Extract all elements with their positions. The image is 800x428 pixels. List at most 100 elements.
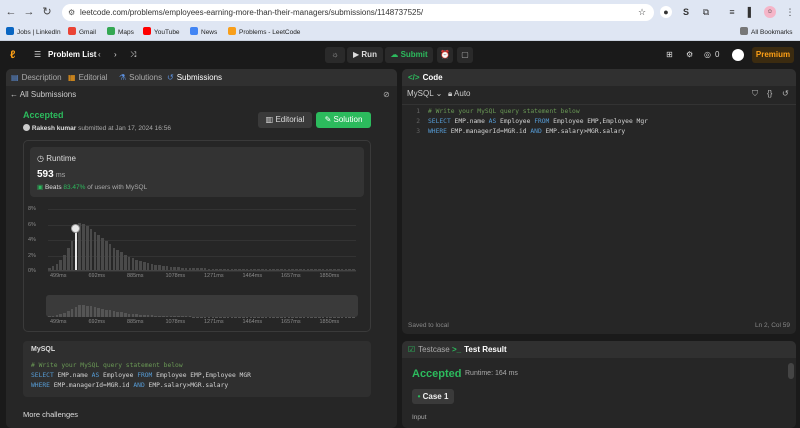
media-icon[interactable]: ≡ — [726, 6, 738, 18]
shuffle-icon[interactable]: ⤨ — [130, 48, 136, 62]
histogram-bar[interactable] — [55, 263, 59, 270]
histogram-bar[interactable] — [317, 269, 321, 270]
histogram-bar[interactable] — [143, 262, 146, 270]
tab-testcase[interactable]: ☑ Testcase — [408, 341, 450, 358]
runtime-summary[interactable]: ◷ Runtime 593 ms ▣ Beats 83.47% of users… — [30, 147, 364, 197]
histogram-bar[interactable] — [211, 268, 215, 270]
histogram-bar[interactable] — [276, 269, 279, 270]
histogram-bar[interactable] — [314, 269, 317, 270]
histogram-bar[interactable] — [86, 225, 89, 270]
all-bookmarks[interactable]: All Bookmarks — [740, 27, 793, 39]
tab-solutions[interactable]: ⚗ Solutions — [119, 69, 162, 86]
leetcode-logo-icon[interactable]: ℓ — [10, 48, 15, 62]
histogram-bar[interactable] — [158, 265, 161, 270]
histogram-bar[interactable] — [154, 264, 158, 270]
profile-avatar-icon[interactable]: ☺ — [764, 6, 776, 18]
histogram-bar[interactable] — [253, 269, 256, 270]
histogram-bar[interactable] — [329, 269, 332, 270]
histogram-bar[interactable] — [116, 249, 120, 270]
bookmark-star-icon[interactable]: ☆ — [636, 6, 648, 18]
histogram-bar[interactable] — [112, 247, 116, 270]
bookmark-item[interactable]: Gmail — [68, 27, 96, 39]
histogram-bar[interactable] — [192, 268, 196, 270]
histogram-bar[interactable] — [105, 241, 108, 270]
histogram-bar[interactable] — [173, 266, 177, 270]
histogram-bar[interactable] — [222, 268, 226, 270]
bookmark-icon[interactable]: ⛉ — [752, 89, 758, 99]
submit-button[interactable]: ☁ Submit — [385, 47, 433, 63]
tab-test-result[interactable]: >_ Test Result — [452, 341, 507, 358]
histogram-bar[interactable] — [230, 269, 234, 270]
tab-code[interactable]: </> Code — [408, 69, 443, 86]
sidepanel-icon[interactable]: ▌ — [745, 6, 757, 18]
code-editor[interactable]: 1 # Write your MySQL query statement belo… — [402, 107, 796, 147]
layout-grid-icon[interactable]: ⊞ — [666, 48, 673, 62]
histogram-bar[interactable] — [51, 266, 55, 270]
user-runtime-marker[interactable] — [71, 223, 81, 233]
coin-icon[interactable]: ◎ — [704, 48, 711, 62]
histogram-bar[interactable] — [287, 269, 291, 270]
histogram-bar[interactable] — [306, 269, 310, 270]
tab-submissions[interactable]: ↺ Submissions — [167, 69, 222, 86]
histogram-bar[interactable] — [340, 269, 344, 270]
range-slider[interactable] — [46, 295, 358, 317]
histogram-bar[interactable] — [181, 267, 184, 270]
histogram-bar[interactable] — [139, 261, 142, 270]
histogram-bar[interactable] — [165, 266, 169, 270]
prev-problem-icon[interactable]: ‹ — [98, 48, 101, 62]
user-avatar[interactable] — [732, 49, 744, 61]
histogram-bar[interactable] — [184, 267, 188, 270]
histogram-bar[interactable] — [249, 269, 253, 270]
histogram-bar[interactable] — [146, 263, 150, 270]
site-info-icon[interactable]: ⚙ — [68, 4, 75, 21]
histogram-bar[interactable] — [257, 269, 260, 270]
histogram-bar[interactable] — [124, 254, 127, 270]
more-challenges[interactable]: More challenges — [23, 410, 78, 419]
alarm-icon[interactable]: ⏰ — [437, 47, 453, 63]
histogram-bar[interactable] — [101, 238, 104, 270]
premium-button[interactable]: Premium — [752, 47, 794, 63]
histogram-bar[interactable] — [150, 263, 154, 270]
histogram-bar[interactable] — [344, 269, 348, 270]
histogram-bar[interactable] — [264, 269, 268, 270]
problem-list-label[interactable]: Problem List — [48, 48, 96, 62]
histogram-bar[interactable] — [348, 269, 351, 270]
address-bar[interactable]: ⚙ leetcode.com/problems/employees-earnin… — [62, 4, 654, 21]
histogram-bar[interactable] — [169, 266, 173, 270]
reset-icon[interactable]: ↺ — [782, 89, 789, 98]
histogram-bar[interactable] — [63, 254, 66, 270]
settings-gear-icon[interactable]: ⚙ — [686, 48, 693, 62]
histogram-bar[interactable] — [59, 259, 62, 270]
histogram-bar[interactable] — [310, 269, 313, 270]
browser-menu-icon[interactable]: ⋮ — [784, 6, 796, 18]
tab-editorial[interactable]: ▦ Editorial — [68, 69, 107, 86]
case-1-tab[interactable]: • Case 1 — [412, 389, 454, 404]
histogram-bar[interactable] — [82, 223, 85, 270]
histogram-bar[interactable] — [207, 268, 211, 270]
histogram-bar[interactable] — [291, 269, 294, 270]
extension-icon[interactable]: ● — [660, 6, 672, 18]
back-to-submissions[interactable]: ← All Submissions — [10, 90, 76, 99]
histogram-bar[interactable] — [70, 240, 74, 270]
histogram-bar[interactable] — [298, 269, 302, 270]
histogram-bar[interactable] — [67, 247, 70, 270]
back-arrow-icon[interactable]: ← — [4, 5, 18, 19]
language-select[interactable]: MySQL ⌄ — [407, 89, 442, 98]
histogram-bar[interactable] — [162, 265, 165, 270]
extensions-puzzle-icon[interactable]: ⧉ — [700, 6, 712, 18]
histogram-bar[interactable] — [238, 269, 241, 270]
username[interactable]: Rakesh kumar — [32, 125, 76, 132]
histogram-bar[interactable] — [48, 267, 51, 270]
histogram-bar[interactable] — [135, 259, 139, 270]
histogram-bar[interactable] — [120, 252, 123, 270]
histogram-bar[interactable] — [283, 269, 287, 270]
histogram-bar[interactable] — [97, 235, 101, 270]
histogram-bar[interactable] — [321, 269, 325, 270]
histogram-bar[interactable] — [325, 269, 329, 270]
run-button[interactable]: ▶ Run — [347, 47, 383, 63]
histogram-bar[interactable] — [93, 232, 97, 270]
editorial-button[interactable]: ▥ Editorial — [258, 112, 312, 128]
histogram-bar[interactable] — [268, 269, 272, 270]
histogram-bar[interactable] — [219, 268, 222, 270]
histogram-bar[interactable] — [200, 268, 203, 270]
